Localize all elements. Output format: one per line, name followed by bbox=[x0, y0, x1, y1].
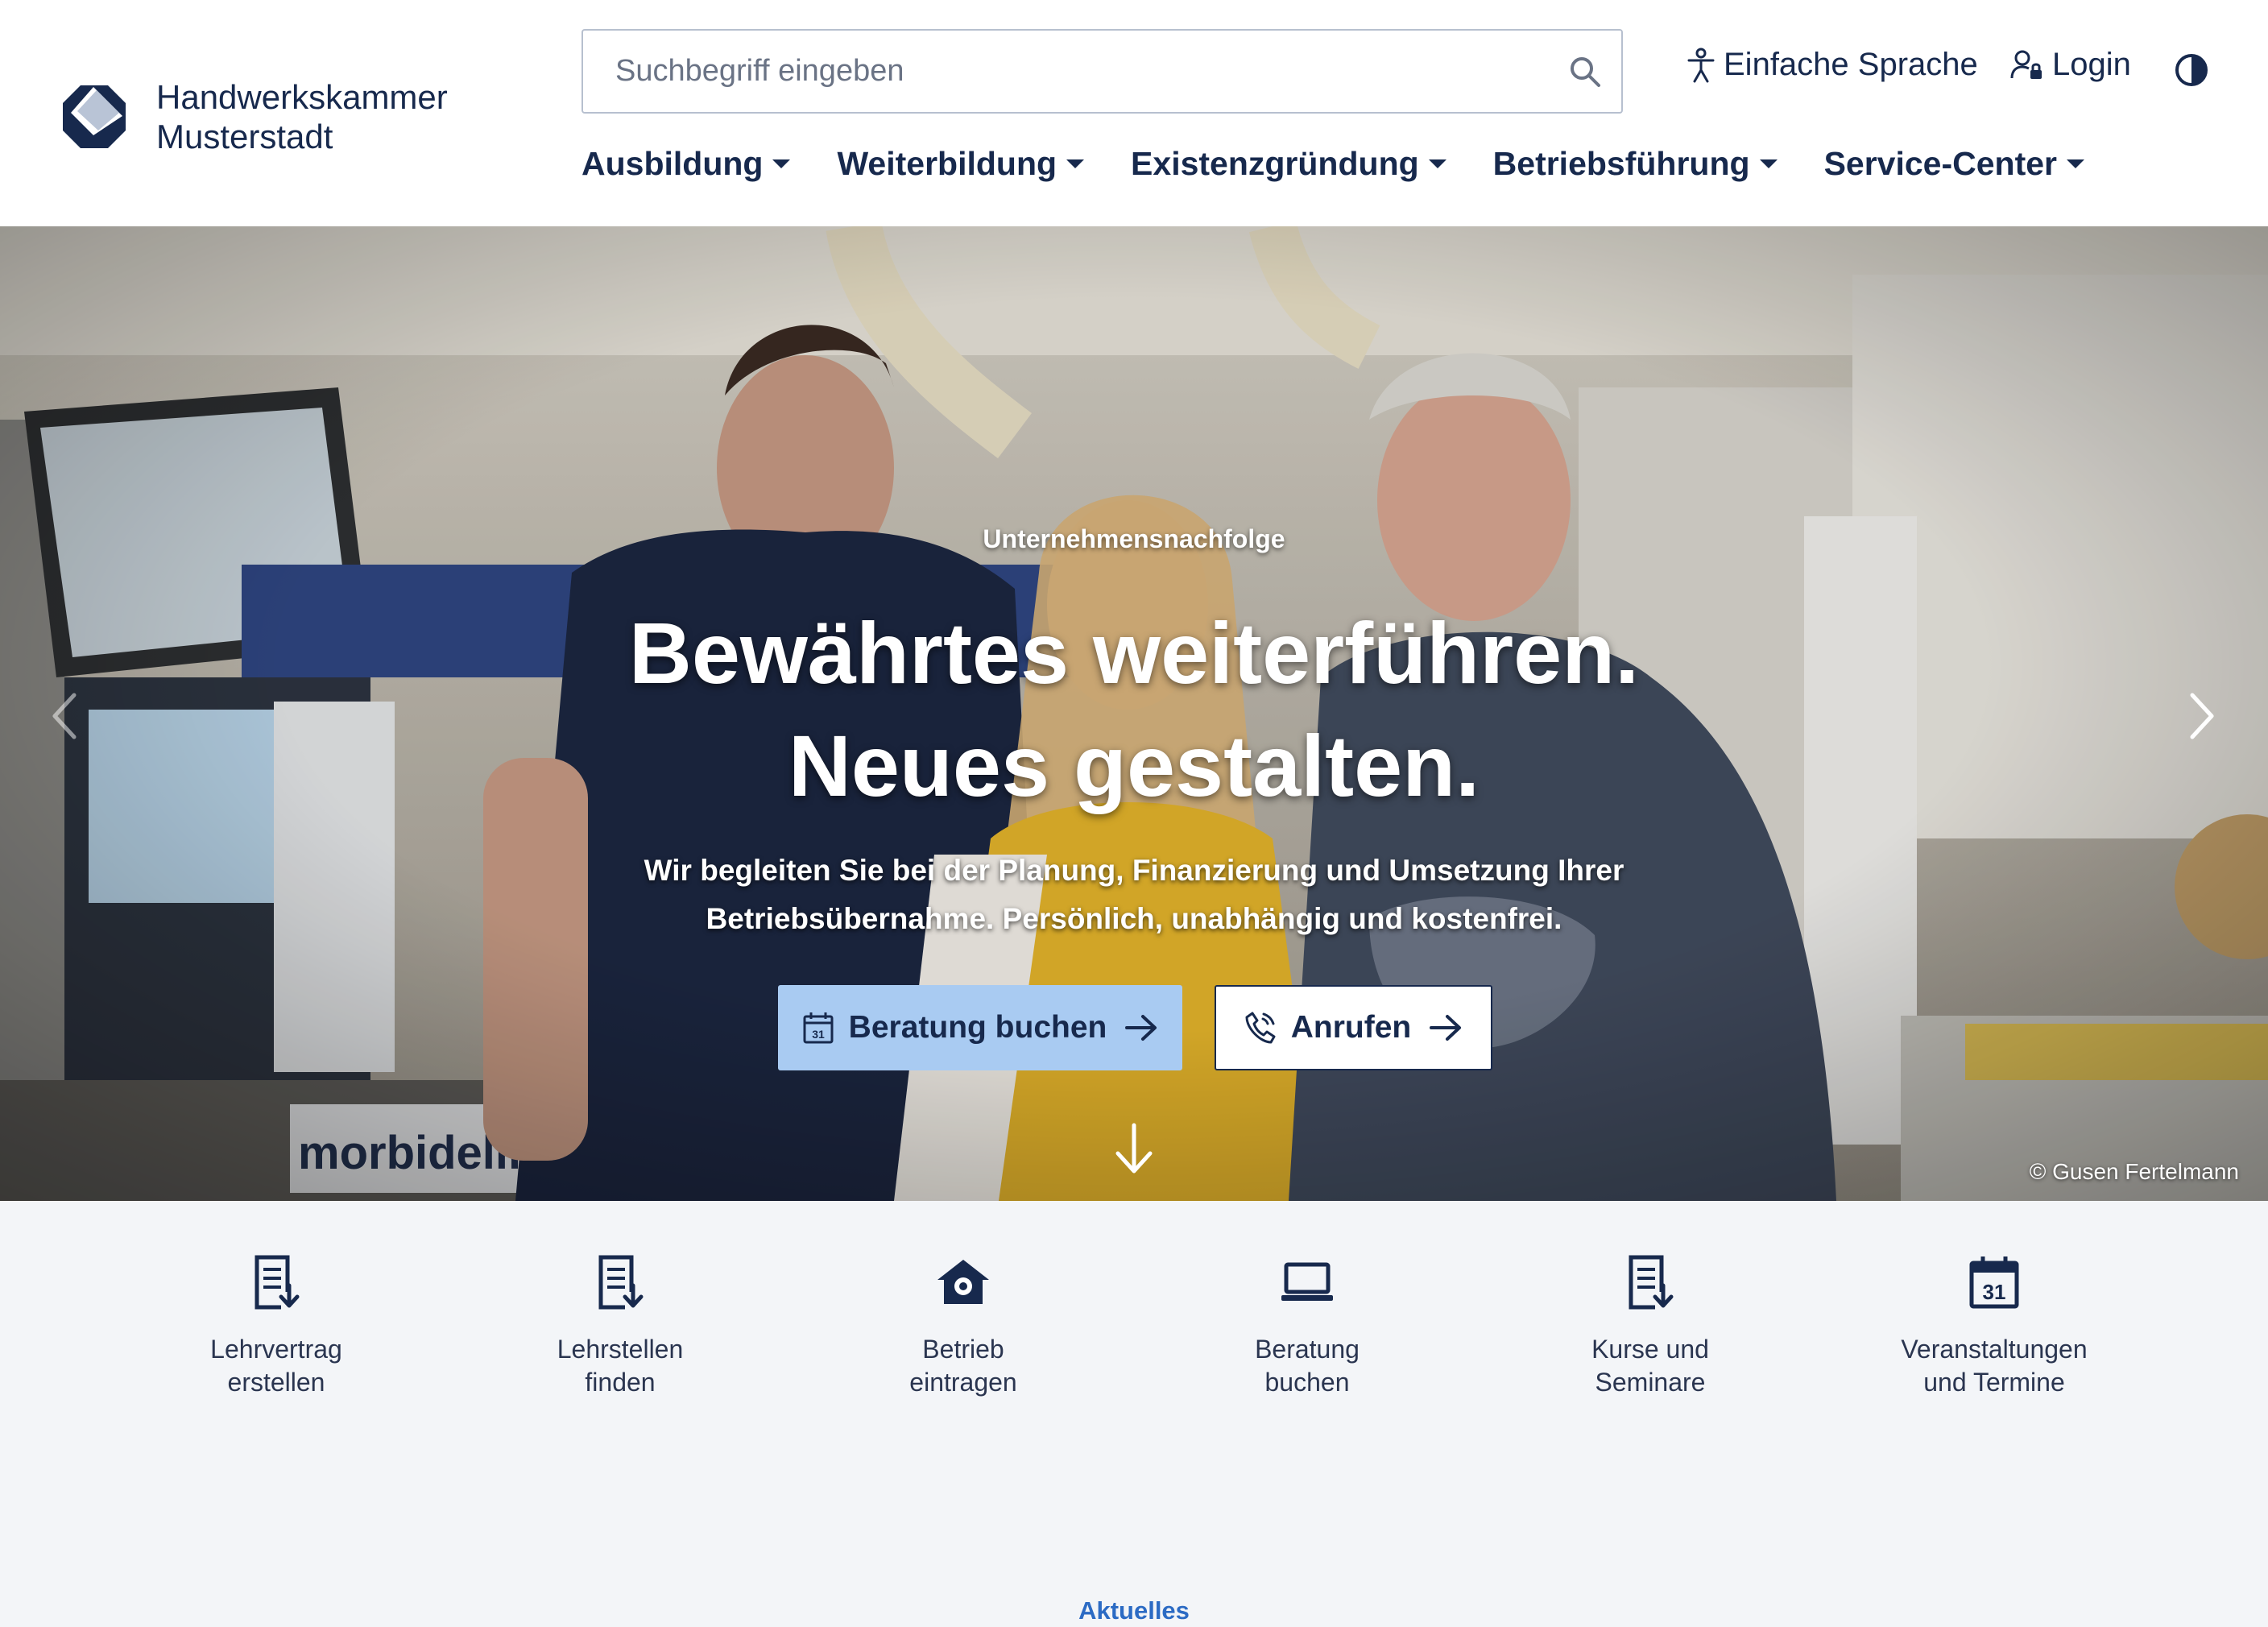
quick-link-kurse[interactable]: Kurse und Seminare bbox=[1529, 1249, 1771, 1399]
quick-link-label: Betrieb bbox=[922, 1335, 1004, 1364]
quick-link-label: eintragen bbox=[909, 1368, 1017, 1397]
document-icon bbox=[255, 1255, 300, 1310]
nav-label: Weiterbildung bbox=[837, 145, 1057, 182]
main-nav: Ausbildung Weiterbildung Existenzgründun… bbox=[581, 145, 2131, 183]
site-header: Handwerkskammer Musterstadt Einfache Spr… bbox=[0, 0, 2268, 226]
quick-links: Lehrvertrag erstellen Lehrstellen finden B… bbox=[0, 1201, 2268, 1627]
calendar-icon: 31 bbox=[803, 1012, 834, 1044]
login-label: Login bbox=[2052, 47, 2131, 82]
scroll-down-arrow-icon[interactable] bbox=[1114, 1123, 1154, 1174]
contrast-icon bbox=[2175, 54, 2208, 86]
nav-label: Existenzgründung bbox=[1131, 145, 1419, 182]
contrast-toggle[interactable] bbox=[2175, 53, 2216, 87]
nav-item-service-center[interactable]: Service-Center bbox=[1824, 145, 2084, 183]
logo[interactable]: Handwerkskammer Musterstadt bbox=[61, 77, 448, 156]
nav-item-betriebsfuehrung[interactable]: Betriebsführung bbox=[1493, 145, 1778, 183]
nav-label: Ausbildung bbox=[581, 145, 764, 182]
phone-icon bbox=[1245, 1012, 1276, 1044]
quick-link-label: buchen bbox=[1264, 1368, 1350, 1397]
simple-language-label: Einfache Sprache bbox=[1724, 47, 1978, 82]
hero-title: Bewährtes weiterführen. Neues gestalten. bbox=[0, 597, 2268, 822]
laptop-icon bbox=[1281, 1262, 1333, 1301]
arrow-right-icon bbox=[1430, 1015, 1462, 1041]
nav-label: Service-Center bbox=[1823, 145, 2057, 182]
caret-down-icon bbox=[1759, 159, 1778, 168]
book-consultation-label: Beratung buchen bbox=[848, 1010, 1107, 1045]
login-link[interactable]: Login bbox=[2010, 47, 2131, 83]
quick-link-label: Seminare bbox=[1595, 1368, 1706, 1397]
chevron-left-icon[interactable] bbox=[50, 692, 79, 740]
accessibility-person-icon bbox=[1687, 48, 1715, 82]
chevron-right-icon[interactable] bbox=[2187, 692, 2216, 740]
quick-link-label: Lehrvertrag bbox=[210, 1335, 342, 1364]
quick-link-veranstaltungen[interactable]: 31 Veranstaltungen und Termine bbox=[1873, 1249, 2115, 1399]
quick-link-label: finden bbox=[585, 1368, 656, 1397]
search-button[interactable] bbox=[1549, 31, 1621, 112]
search-bar bbox=[581, 29, 1623, 114]
hero-text-line2: Betriebsübernahme. Persönlich, unabhängi… bbox=[706, 902, 1562, 935]
search-icon bbox=[1571, 56, 1600, 87]
quick-link-label: erstellen bbox=[227, 1368, 325, 1397]
book-consultation-button[interactable]: 31 Beratung buchen bbox=[778, 985, 1182, 1070]
simple-language-link[interactable]: Einfache Sprache bbox=[1687, 47, 1978, 83]
search-input[interactable] bbox=[583, 31, 1549, 112]
calendar-day-number: 31 bbox=[1983, 1280, 2006, 1304]
user-lock-icon bbox=[2010, 50, 2042, 79]
call-label: Anrufen bbox=[1290, 1010, 1412, 1045]
hero-kicker: Unternehmensnachfolge bbox=[983, 524, 1285, 553]
quick-link-label: Lehrstellen bbox=[557, 1335, 684, 1364]
quick-link-label: Beratung bbox=[1255, 1335, 1360, 1364]
photo-credit: © Gusen Fertelmann bbox=[2029, 1159, 2239, 1184]
quick-link-betrieb[interactable]: Betrieb eintragen bbox=[842, 1249, 1084, 1399]
logo-text: Handwerkskammer Musterstadt bbox=[156, 77, 448, 156]
hero-title-line1: Bewährtes weiterführen. bbox=[628, 604, 1640, 702]
quick-link-label: Kurse und bbox=[1591, 1335, 1709, 1364]
calendar-day-number: 31 bbox=[812, 1028, 825, 1041]
document-icon bbox=[1629, 1255, 1674, 1310]
nav-label: Betriebsführung bbox=[1492, 145, 1750, 182]
document-icon bbox=[598, 1255, 644, 1310]
caret-down-icon bbox=[2067, 159, 2084, 168]
quick-link-label: und Termine bbox=[1923, 1368, 2065, 1397]
brand-name-line2: Musterstadt bbox=[156, 118, 333, 155]
quick-link-lehrvertrag[interactable]: Lehrvertrag erstellen bbox=[155, 1249, 397, 1399]
nav-item-weiterbildung[interactable]: Weiterbildung bbox=[837, 145, 1085, 183]
section-label-aktuelles: Aktuelles bbox=[1078, 1596, 1190, 1625]
quick-link-label: Veranstaltungen bbox=[1901, 1335, 2088, 1364]
nav-item-existenzgruendung[interactable]: Existenzgründung bbox=[1131, 145, 1446, 183]
nav-item-ausbildung[interactable]: Ausbildung bbox=[581, 145, 791, 183]
logo-mark-icon bbox=[63, 85, 126, 148]
caret-down-icon bbox=[1428, 159, 1446, 168]
call-button[interactable]: Anrufen bbox=[1215, 985, 1492, 1070]
caret-down-icon bbox=[1066, 159, 1085, 168]
hero-title-line2: Neues gestalten. bbox=[788, 717, 1480, 814]
brand-name-line1: Handwerkskammer bbox=[156, 78, 448, 116]
hero-text-line1: Wir begleiten Sie bei der Planung, Finan… bbox=[644, 854, 1624, 887]
calendar-icon: 31 bbox=[1969, 1256, 2019, 1309]
quick-link-beratung[interactable]: Beratung buchen bbox=[1186, 1249, 1428, 1399]
arrow-right-icon bbox=[1125, 1015, 1157, 1041]
home-location-icon bbox=[937, 1260, 989, 1304]
hero-description: Wir begleiten Sie bei der Planung, Finan… bbox=[0, 847, 2268, 943]
hero-banner: morbidelli Unternehmensnachfolge Bewährt… bbox=[0, 226, 2268, 1201]
caret-down-icon bbox=[772, 159, 791, 168]
quick-link-lehrstellen[interactable]: Lehrstellen finden bbox=[499, 1249, 741, 1399]
